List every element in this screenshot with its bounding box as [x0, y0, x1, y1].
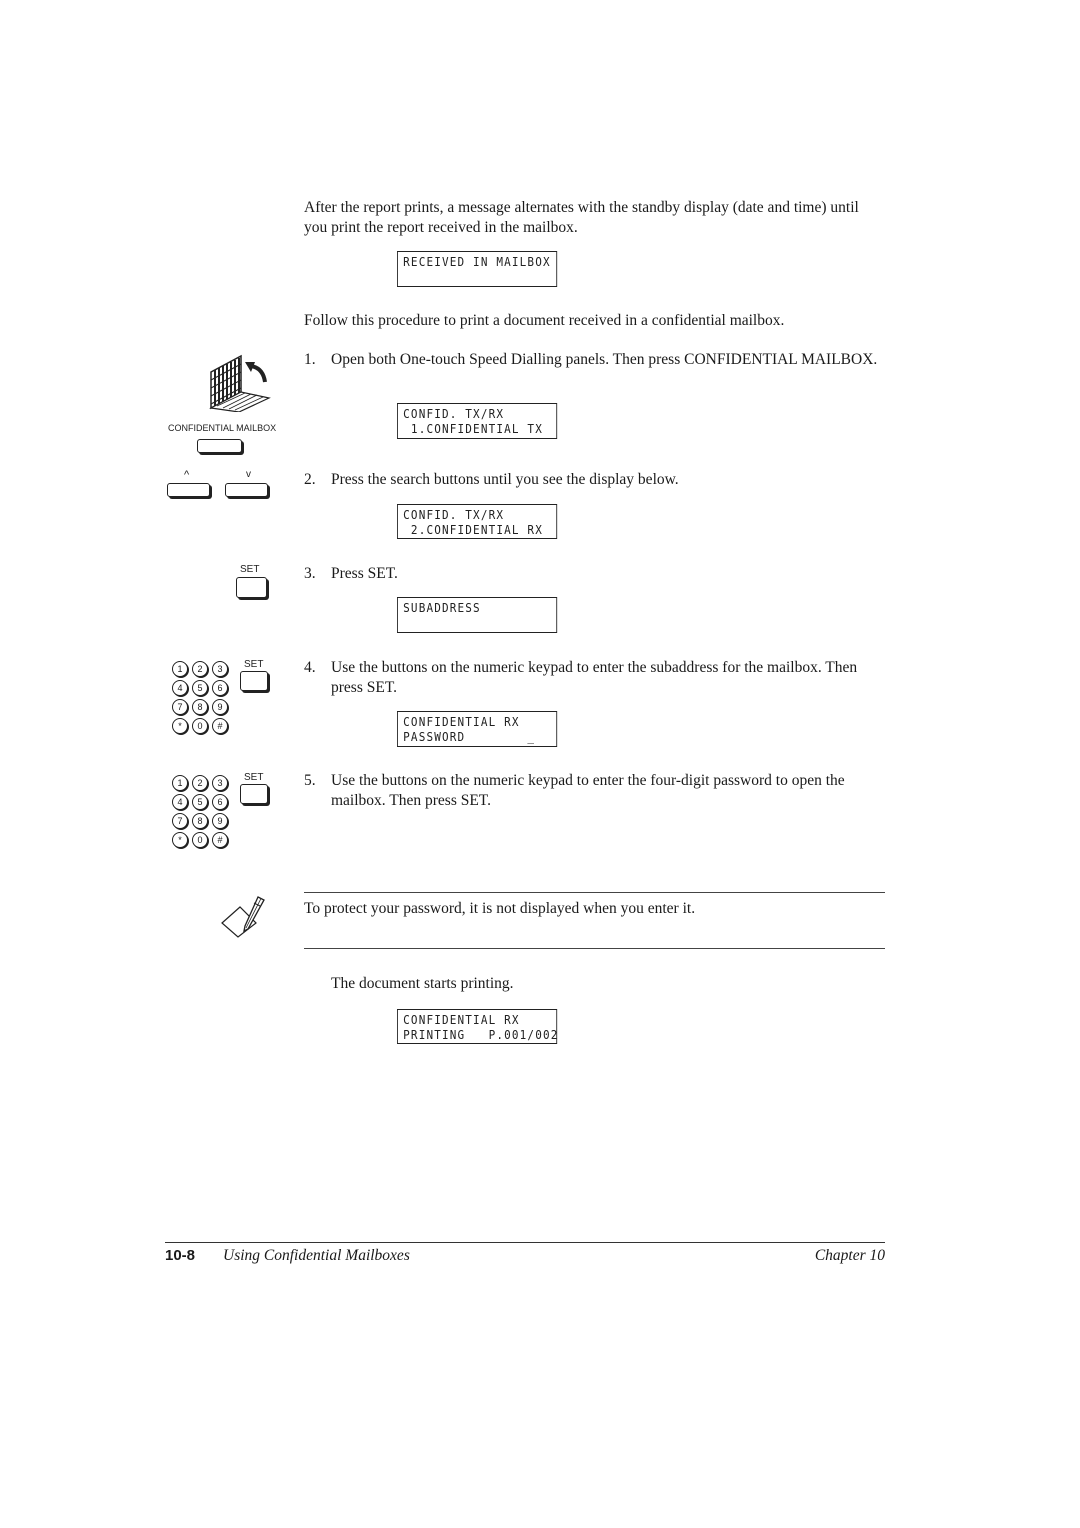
keypad-key[interactable]: 4: [172, 794, 188, 810]
set-button[interactable]: [240, 671, 268, 691]
footer-chapter: Chapter 10: [814, 1247, 885, 1264]
footer-section-title: Using Confidential Mailboxes: [223, 1247, 410, 1264]
set-button[interactable]: [236, 577, 267, 598]
search-up-button[interactable]: [167, 483, 210, 497]
keypad-key[interactable]: 6: [212, 794, 228, 810]
keypad-key[interactable]: 0: [192, 718, 208, 734]
step-4: 4. Use the buttons on the numeric keypad…: [304, 658, 884, 698]
keypad-key[interactable]: 8: [192, 813, 208, 829]
one-touch-panel-icon: [209, 354, 271, 412]
numeric-keypad: 1 2 3 4 5 6 7 8 9 * 0 #: [172, 661, 242, 751]
search-down-button[interactable]: [225, 483, 268, 497]
lcd-line-1: CONFIDENTIAL RX: [403, 1012, 520, 1027]
step-text: Press the search buttons until you see t…: [331, 471, 679, 488]
search-down-label: v: [246, 469, 251, 480]
lcd-line-2: PRINTING P.001/002: [403, 1027, 559, 1042]
step-number: 4.: [304, 659, 316, 676]
lcd-display-step-3: SUBADDRESS: [397, 597, 558, 633]
search-up-label: ^: [184, 469, 190, 481]
note-pencil-icon: [221, 896, 265, 938]
set-button[interactable]: [240, 784, 268, 804]
lcd-line-2: 1.CONFIDENTIAL TX: [403, 421, 543, 436]
keypad-key[interactable]: 3: [212, 661, 228, 677]
step-text: Use the buttons on the numeric keypad to…: [331, 772, 845, 809]
keypad-key[interactable]: 3: [212, 775, 228, 791]
lcd-display-received: RECEIVED IN MAILBOX: [397, 251, 558, 287]
note-top-rule: [304, 892, 885, 893]
step-text: Press SET.: [331, 565, 398, 582]
lcd-line-1: SUBADDRESS: [403, 600, 481, 615]
numeric-keypad: 1 2 3 4 5 6 7 8 9 * 0 #: [172, 775, 242, 865]
keypad-key[interactable]: 1: [172, 661, 188, 677]
note-text: To protect your password, it is not disp…: [304, 900, 696, 917]
result-text: The document starts printing.: [331, 975, 514, 992]
set-label: SET: [240, 564, 260, 575]
step-text: Open both One-touch Speed Dialling panel…: [331, 351, 878, 368]
keypad-key[interactable]: *: [172, 832, 188, 848]
confidential-mailbox-label: CONFIDENTIAL MAILBOX: [168, 423, 277, 433]
footer-rule: [165, 1242, 885, 1243]
step-number: 5.: [304, 772, 316, 789]
keypad-key[interactable]: 6: [212, 680, 228, 696]
lcd-line-2: 2.CONFIDENTIAL RX: [403, 522, 543, 537]
keypad-key[interactable]: 1: [172, 775, 188, 791]
note-bottom-rule: [304, 948, 885, 949]
intro-text: After the report prints, a message alter…: [304, 199, 859, 236]
keypad-key[interactable]: 5: [192, 794, 208, 810]
step-number: 3.: [304, 565, 316, 582]
step-number: 2.: [304, 471, 316, 488]
lcd-line-2: PASSWORD _: [403, 729, 536, 744]
set-label: SET: [244, 772, 264, 783]
step-text: Use the buttons on the numeric keypad to…: [331, 659, 858, 696]
keypad-key[interactable]: #: [212, 832, 228, 848]
footer-page-number: 10-8: [165, 1247, 196, 1264]
step-5: 5. Use the buttons on the numeric keypad…: [304, 771, 884, 811]
procedure-intro: Follow this procedure to print a documen…: [304, 312, 785, 329]
lcd-display-step-2: CONFID. TX/RX 2.CONFIDENTIAL RX: [397, 504, 558, 539]
keypad-key[interactable]: #: [212, 718, 228, 734]
lcd-line-1: CONFIDENTIAL RX: [403, 714, 520, 729]
keypad-key[interactable]: 7: [172, 813, 188, 829]
step-number: 1.: [304, 351, 316, 368]
keypad-key[interactable]: 2: [192, 661, 208, 677]
keypad-key[interactable]: 0: [192, 832, 208, 848]
confidential-mailbox-button[interactable]: [197, 439, 242, 453]
keypad-key[interactable]: 4: [172, 680, 188, 696]
step-1: 1. Open both One-touch Speed Dialling pa…: [304, 350, 884, 390]
lcd-display-step-4: CONFIDENTIAL RX PASSWORD _: [397, 711, 558, 747]
lcd-line-1: RECEIVED IN MAILBOX: [403, 254, 551, 269]
lcd-line-1: CONFID. TX/RX: [403, 406, 505, 421]
keypad-key[interactable]: 8: [192, 699, 208, 715]
step-3: 3. Press SET.: [304, 564, 884, 584]
lcd-line-1: CONFID. TX/RX: [403, 507, 505, 522]
keypad-key[interactable]: 9: [212, 813, 228, 829]
lcd-display-step-1: CONFID. TX/RX 1.CONFIDENTIAL TX: [397, 403, 558, 439]
keypad-key[interactable]: 7: [172, 699, 188, 715]
keypad-key[interactable]: 2: [192, 775, 208, 791]
keypad-key[interactable]: *: [172, 718, 188, 734]
keypad-key[interactable]: 5: [192, 680, 208, 696]
lcd-display-printing: CONFIDENTIAL RX PRINTING P.001/002: [397, 1009, 557, 1044]
step-2: 2. Press the search buttons until you se…: [304, 470, 884, 490]
keypad-key[interactable]: 9: [212, 699, 228, 715]
set-label: SET: [244, 659, 264, 670]
